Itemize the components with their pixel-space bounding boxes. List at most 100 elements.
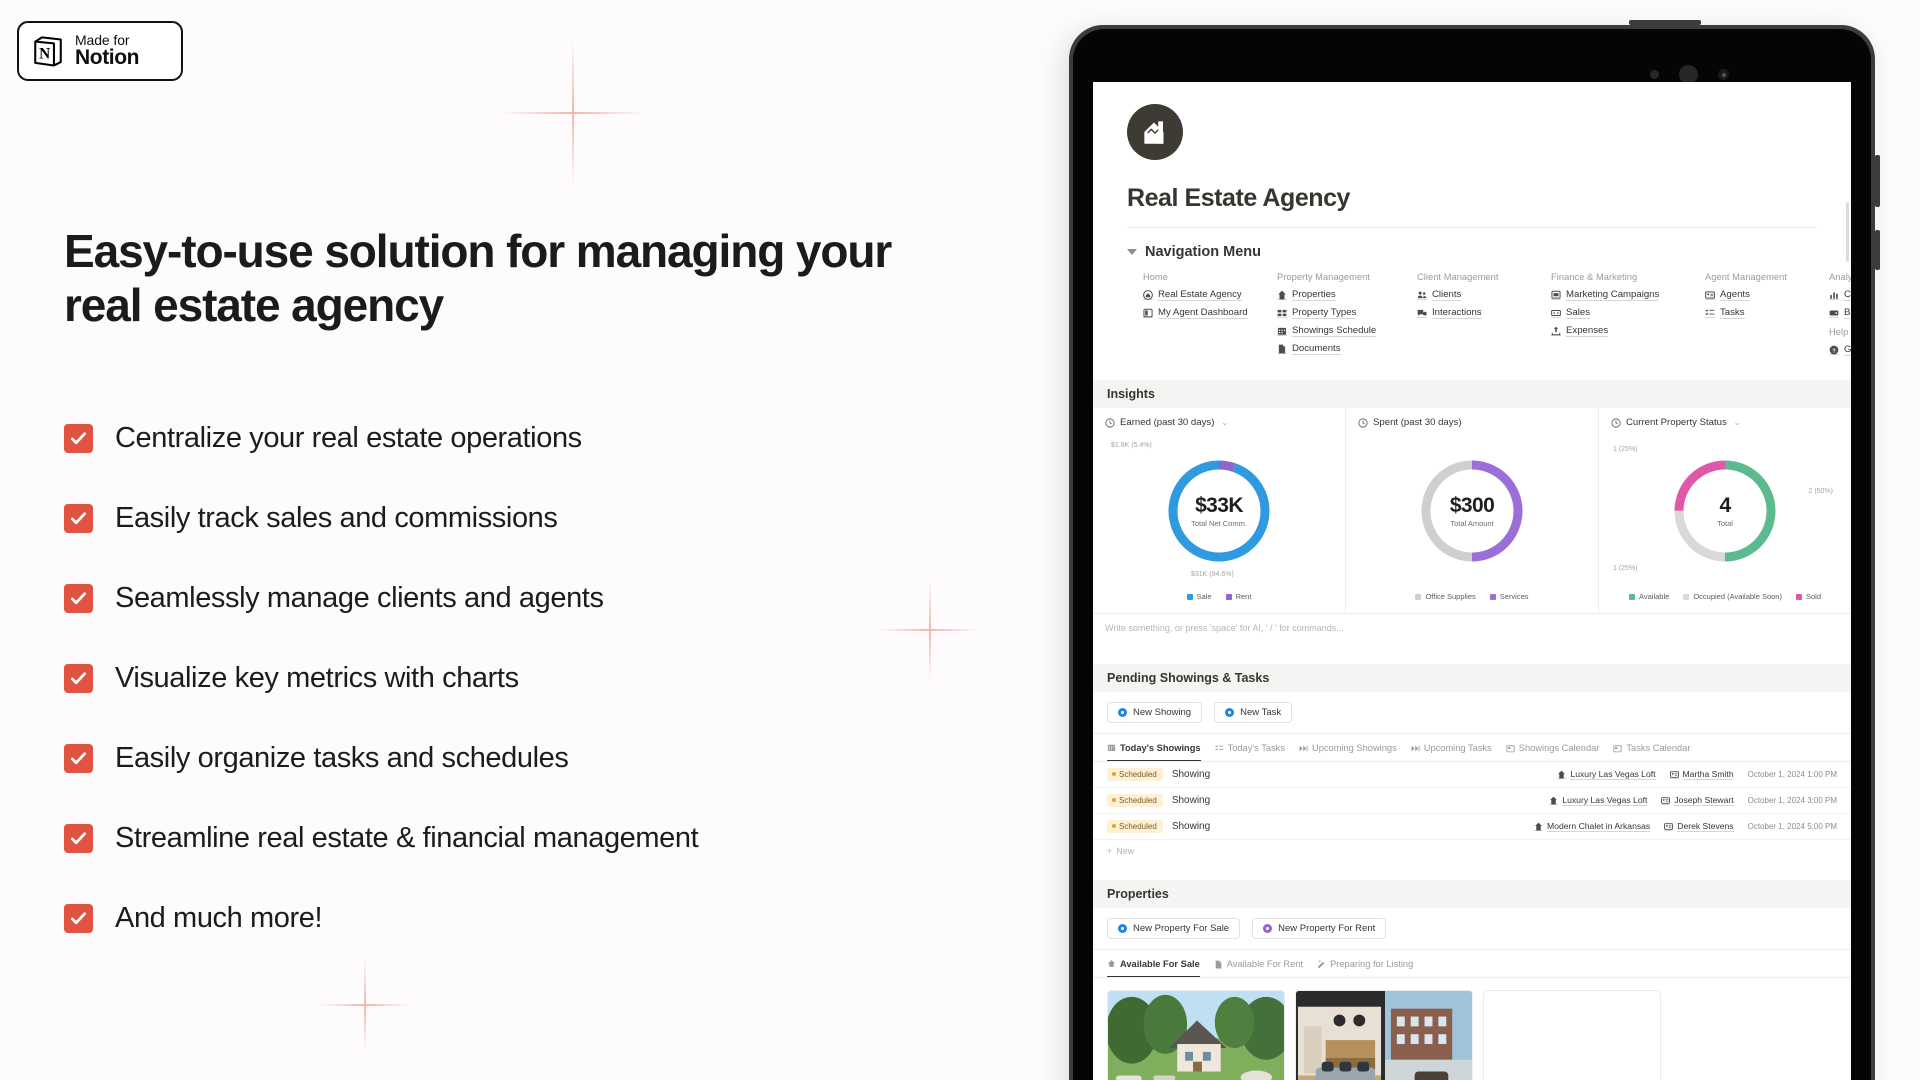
sidebar-item-balance[interactable]: Balance [1829, 307, 1851, 319]
donut-value: $33K [1195, 494, 1243, 517]
sidebar-item-property-types[interactable]: Property Types [1277, 307, 1417, 319]
checkbox-checked-icon[interactable] [64, 903, 93, 933]
building-icon [1534, 822, 1544, 831]
status-label: Scheduled [1119, 821, 1157, 831]
chevron-down-icon[interactable]: ⌄ [1221, 418, 1228, 427]
nav-link-label: Balance [1844, 307, 1851, 319]
add-new-row-button[interactable]: + New [1093, 840, 1851, 862]
tab-upcoming-showings[interactable]: Upcoming Showings [1299, 743, 1397, 761]
agent-relation[interactable]: Derek Stevens [1664, 821, 1734, 832]
tab-showings-calendar[interactable]: Showings Calendar [1506, 743, 1599, 761]
sidebar-item-properties[interactable]: Properties [1277, 289, 1417, 301]
property-card[interactable] [1483, 989, 1661, 1080]
insight-header[interactable]: Spent (past 30 days) [1358, 417, 1586, 436]
legend-label: Services [1499, 592, 1529, 601]
tab-preparing-for-listing[interactable]: Preparing for Listing [1317, 959, 1413, 977]
checkbox-checked-icon[interactable] [64, 583, 93, 613]
donut-chart: 2 (50%) 1 (25%) 1 (25%) 4 Total [1611, 436, 1839, 586]
tab-available-for-sale[interactable]: Available For Sale [1107, 959, 1200, 977]
status-badge: Scheduled [1107, 819, 1163, 833]
tab-available-for-rent[interactable]: Available For Rent [1214, 959, 1303, 977]
clock-icon [1611, 417, 1621, 428]
calendar-box-icon [1506, 744, 1515, 753]
sidebar-item-interactions[interactable]: Interactions [1417, 307, 1551, 319]
sidebar-item-documents[interactable]: Documents [1277, 343, 1417, 355]
nav-link-label: Guide [1844, 344, 1851, 356]
insight-header[interactable]: Earned (past 30 days) ⌄ [1105, 417, 1333, 436]
id-card-icon [1664, 822, 1674, 831]
notion-logo-icon: N [31, 34, 65, 68]
tab-upcoming-tasks[interactable]: Upcoming Tasks [1411, 743, 1492, 761]
checkbox-checked-icon[interactable] [64, 503, 93, 533]
sidebar-item-showings-schedule[interactable]: Showings Schedule [1277, 325, 1417, 337]
nav-link-label: Real Estate Agency [1158, 289, 1242, 301]
chevron-down-icon[interactable]: ⌄ [1734, 418, 1741, 427]
donut-slice-label: 1 (25%) [1613, 565, 1638, 572]
row-title: Showing [1171, 768, 1211, 780]
insights-row: Earned (past 30 days) ⌄ $1.8K (5.4%) $31K… [1093, 408, 1851, 614]
home-icon [1107, 959, 1116, 968]
property-relation[interactable]: Modern Chalet in Arkansas [1534, 821, 1651, 832]
new-task-button[interactable]: New Task [1214, 701, 1293, 723]
property-relation[interactable]: Luxury Las Vegas Loft [1549, 795, 1648, 806]
tab-label: Preparing for Listing [1330, 959, 1414, 970]
nav-link-label: Clients [1432, 289, 1462, 301]
plus-circle-icon [1263, 923, 1273, 933]
table-row[interactable]: Scheduled Showing Luxury Las Vegas Loft … [1093, 762, 1851, 788]
checkbox-checked-icon[interactable] [64, 743, 93, 773]
property-label: Luxury Las Vegas Loft [1570, 768, 1656, 780]
checkbox-checked-icon[interactable] [64, 423, 93, 453]
sidebar-item-marketing-campaigns[interactable]: Marketing Campaigns [1551, 289, 1705, 301]
status-label: Scheduled [1119, 769, 1157, 779]
property-relation[interactable]: Luxury Las Vegas Loft [1557, 768, 1656, 780]
sidebar-item-expenses[interactable]: Expenses [1551, 325, 1705, 337]
tab-today-s-showings[interactable]: Today's Showings [1107, 743, 1201, 761]
tab-today-s-tasks[interactable]: Today's Tasks [1214, 743, 1285, 761]
tab-tasks-calendar[interactable]: Tasks Calendar [1613, 743, 1690, 761]
sidebar-item-real-estate-agency[interactable]: Real Estate Agency [1143, 289, 1277, 301]
ai-placeholder-text[interactable]: Write something, or press 'space' for AI… [1093, 614, 1851, 646]
new-showing-button[interactable]: New Showing [1107, 701, 1203, 723]
nav-link-label: Tasks [1720, 307, 1745, 319]
table-row[interactable]: Scheduled Showing Modern Chalet in Arkan… [1093, 814, 1851, 840]
insight-header[interactable]: Current Property Status ⌄ [1611, 417, 1839, 436]
megaphone-icon [1551, 290, 1561, 300]
agent-relation[interactable]: Martha Smith [1669, 769, 1734, 780]
nav-column: Agent Management Agents Tasks [1705, 272, 1829, 362]
tablet-screen: Real Estate Agency Navigation Menu Home … [1093, 82, 1851, 1080]
chart-legend: Available Occupied (Available Soon) Sold [1611, 586, 1839, 613]
table-row[interactable]: Scheduled Showing Luxury Las Vegas Loft … [1093, 788, 1851, 814]
new-property-for-rent-button[interactable]: New Property For Rent [1252, 917, 1387, 939]
property-card[interactable] [1295, 989, 1473, 1080]
tablet-device: Real Estate Agency Navigation Menu Home … [1069, 20, 1880, 1080]
insight-title: Spent (past 30 days) [1373, 417, 1462, 428]
clock-icon [1358, 417, 1368, 428]
sidebar-item-charts[interactable]: Charts [1829, 289, 1851, 301]
list-item-label: Easily track sales and commissions [115, 501, 558, 534]
property-card[interactable] [1107, 989, 1285, 1080]
donut-slice-label: $31K (94.6%) [1191, 571, 1234, 578]
pending-tabs: Today's Showings Today's Tasks Upcoming … [1093, 734, 1851, 762]
sidebar-item-guide[interactable]: ? Guide [1829, 344, 1851, 356]
forward-icon [1411, 744, 1420, 753]
nav-link-label: Showings Schedule [1292, 325, 1377, 337]
home-circle-icon [1143, 290, 1153, 300]
donut-slice-label: 2 (50%) [1808, 488, 1833, 495]
tab-label: Today's Tasks [1227, 743, 1285, 754]
sidebar-item-sales[interactable]: Sales [1551, 307, 1705, 319]
checkbox-checked-icon[interactable] [64, 823, 93, 853]
checkbox-checked-icon[interactable] [64, 663, 93, 693]
sidebar-item-clients[interactable]: Clients [1417, 289, 1551, 301]
legend-label: Sale [1196, 592, 1212, 601]
navigation-menu-toggle[interactable]: Navigation Menu [1127, 244, 1817, 260]
sidebar-item-my-agent-dashboard[interactable]: My Agent Dashboard [1143, 307, 1277, 319]
sidebar-item-tasks[interactable]: Tasks [1705, 307, 1829, 319]
donut-value: 4 [1719, 494, 1731, 517]
upload-icon [1551, 326, 1561, 336]
sidebar-item-agents[interactable]: Agents [1705, 289, 1829, 301]
nav-column: Home Real Estate Agency My Agent Dashboa… [1143, 272, 1277, 362]
agent-relation[interactable]: Joseph Stewart [1661, 795, 1734, 806]
new-row-label: New [1116, 845, 1135, 856]
scrollbar[interactable] [1846, 202, 1849, 262]
new-property-for-sale-button[interactable]: New Property For Sale [1107, 917, 1241, 939]
